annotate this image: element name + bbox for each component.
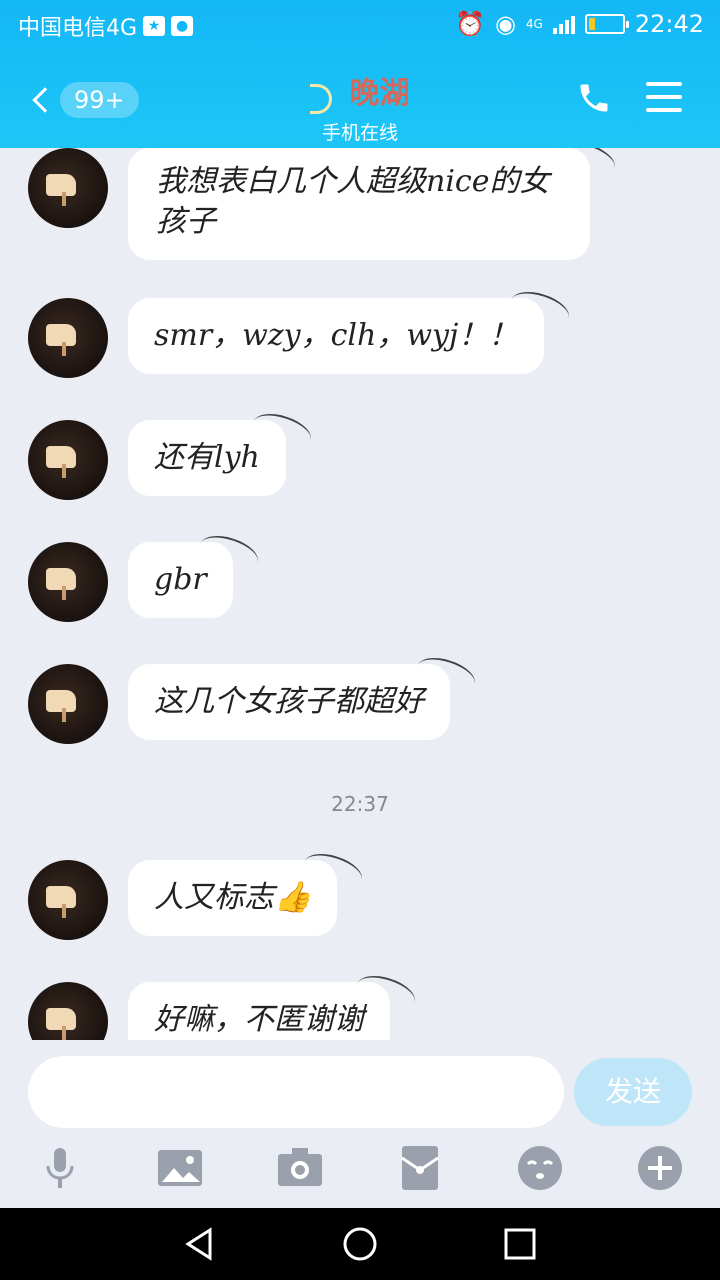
message-item: 人又标志👍 [28,847,367,940]
online-status: 手机在线 [321,121,398,144]
avatar[interactable] [28,982,108,1040]
battery-icon [584,14,629,34]
system-nav-bar [0,1208,720,1280]
red-packet-icon[interactable] [396,1144,444,1192]
message-bubble[interactable]: 这几个女孩子都超好 [128,651,480,740]
composer: 发送 [0,1040,720,1208]
nav-recents-icon[interactable] [502,1226,538,1262]
chat-header: 中国电信4G ★ ● ⏰ ◉ 4G 22:42 99+ 晚湖 手机在线 [0,0,720,148]
plus-icon[interactable] [636,1144,684,1192]
message-input[interactable] [28,1056,564,1128]
carrier-label: 中国电信4G [18,16,138,41]
alarm-icon: ⏰ [455,10,485,38]
message-item: 好嘛，不匿谢谢 [28,969,420,1040]
message-bubble[interactable]: 人又标志👍 [128,847,367,936]
status-bar: 中国电信4G ★ ● ⏰ ◉ 4G 22:42 [0,0,720,50]
star-badge-icon: ★ [143,16,166,36]
nav-bar: 99+ 晚湖 手机在线 [0,62,720,145]
status-time: 22:42 [634,10,704,38]
network-label: 4G [525,17,543,31]
message-item: gbr [28,529,262,622]
composer-toolbar [0,1144,720,1196]
message-bubble[interactable]: 还有lyh [128,407,316,496]
eye-icon: ◉ [494,10,516,38]
message-list[interactable]: 我想表白几个人超级nice的女孩子 smr，wzy，clh，wyj！！ 还有ly… [0,148,720,1040]
message-item: 还有lyh [28,407,316,500]
avatar[interactable] [28,298,108,378]
message-item: smr，wzy，clh，wyj！！ [28,285,574,378]
message-bubble[interactable]: gbr [128,529,262,618]
baidu-icon: ● [171,16,194,36]
message-bubble[interactable]: 好嘛，不匿谢谢 [128,969,420,1040]
menu-icon[interactable] [646,82,682,112]
avatar[interactable] [28,664,108,744]
microphone-icon[interactable] [36,1144,84,1192]
camera-icon[interactable] [276,1144,324,1192]
avatar[interactable] [28,420,108,500]
ear-icon [310,83,333,114]
emoji-icon[interactable] [516,1144,564,1192]
nav-home-icon[interactable] [342,1226,378,1262]
message-timestamp: 22:37 [331,792,389,816]
chat-title-area[interactable]: 晚湖 手机在线 [0,68,720,145]
message-item: 我想表白几个人超级nice的女孩子 [28,148,620,260]
avatar[interactable] [28,148,108,228]
nav-back-icon[interactable] [182,1226,218,1262]
signal-icon [552,14,575,34]
phone-icon[interactable] [576,80,612,116]
contact-name: 晚湖 [349,76,410,111]
message-bubble[interactable]: smr，wzy，clh，wyj！！ [128,285,574,374]
avatar[interactable] [28,542,108,622]
send-button[interactable]: 发送 [574,1058,692,1126]
avatar[interactable] [28,860,108,940]
image-icon[interactable] [156,1144,204,1192]
message-item: 这几个女孩子都超好 [28,651,480,744]
message-bubble[interactable]: 我想表白几个人超级nice的女孩子 [128,148,620,260]
